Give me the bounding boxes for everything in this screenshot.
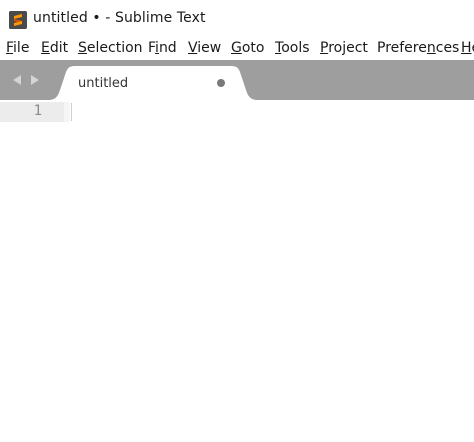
- menu-file[interactable]: File: [6, 40, 29, 56]
- menu-selection-mnemonic: S: [78, 40, 87, 56]
- tab-scroll-right-icon[interactable]: [31, 75, 39, 85]
- menu-preferences-pre: Prefere: [377, 40, 427, 56]
- menu-project-rest: roject: [328, 40, 368, 56]
- menu-view-rest: iew: [197, 40, 222, 56]
- menu-preferences-mnemonic: n: [426, 40, 436, 56]
- menu-find[interactable]: Find: [148, 40, 177, 56]
- menu-edit-rest: dit: [49, 40, 69, 56]
- menu-find-rest: nd: [158, 40, 177, 56]
- menu-edit-mnemonic: E: [41, 40, 50, 56]
- menu-tools[interactable]: Tools: [275, 40, 310, 56]
- menu-goto[interactable]: Goto: [231, 40, 264, 56]
- menu-selection-rest: election: [86, 40, 143, 56]
- menu-project-mnemonic: P: [320, 40, 329, 56]
- gutter-separator: [64, 102, 70, 122]
- tab-untitled[interactable]: untitled: [48, 66, 258, 100]
- unsaved-dot-icon[interactable]: [217, 79, 225, 87]
- menu-preferences[interactable]: Preferences: [377, 40, 459, 56]
- menu-preferences-rest: ces: [435, 40, 460, 56]
- menu-bar: File Edit Selection Find View Goto Tools…: [0, 38, 474, 60]
- gutter-current-line: 1: [0, 102, 64, 122]
- menu-tools-rest: ools: [281, 40, 310, 56]
- menu-view-mnemonic: V: [188, 40, 198, 56]
- menu-file-rest: ile: [13, 40, 30, 56]
- title-bar[interactable]: untitled • - Sublime Text: [0, 0, 474, 38]
- menu-goto-rest: oto: [241, 40, 265, 56]
- menu-view[interactable]: View: [188, 40, 221, 56]
- menu-edit[interactable]: Edit: [41, 40, 68, 56]
- sublime-window: untitled • - Sublime Text File Edit Sele…: [0, 0, 474, 442]
- menu-project[interactable]: Project: [320, 40, 368, 56]
- tab-scroll-left-icon[interactable]: [13, 75, 21, 85]
- tab-label: untitled: [78, 76, 129, 91]
- tab-bar: untitled: [0, 60, 474, 100]
- editor-area[interactable]: 1: [0, 100, 474, 442]
- line-number: 1: [33, 103, 42, 119]
- window-title: untitled • - Sublime Text: [33, 10, 206, 26]
- menu-help[interactable]: He: [461, 40, 474, 56]
- menu-goto-mnemonic: G: [231, 40, 242, 56]
- sublime-text-logo-icon[interactable]: [9, 11, 27, 29]
- text-caret: [71, 103, 72, 121]
- menu-find-pre: F: [148, 40, 156, 56]
- menu-file-mnemonic: F: [6, 40, 14, 56]
- menu-selection[interactable]: Selection: [78, 40, 143, 56]
- menu-help-mnemonic: H: [461, 40, 472, 56]
